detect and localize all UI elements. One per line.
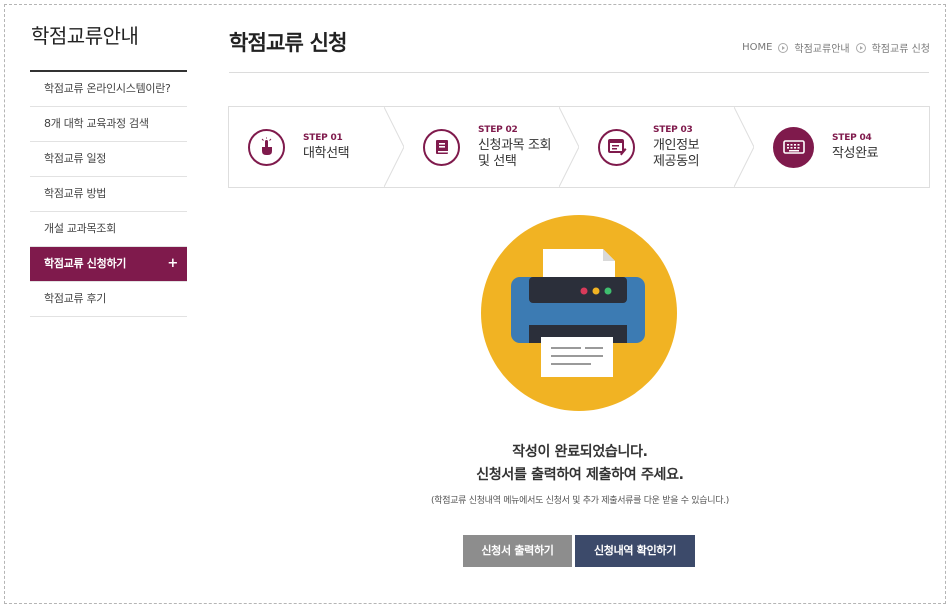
download-note: (학점교류 신청내역 메뉴에서도 신청서 및 추가 제출서류를 다운 받을 수 … xyxy=(431,496,729,506)
step-label: 작성완료 xyxy=(832,145,879,161)
breadcrumb-separator-icon xyxy=(778,42,789,53)
sidebar: 학점교류안내 학점교류 온라인시스템이란? 8개 대학 교육과정 검색 학점교류… xyxy=(30,22,187,317)
sidebar-item-apply[interactable]: 학점교류 신청하기 + xyxy=(30,247,187,282)
sidebar-item-course-lookup[interactable]: 개설 교과목조회 xyxy=(30,212,187,247)
step-chevron xyxy=(734,107,754,187)
step-2: STEP 02 신청과목 조회 및 선택 xyxy=(404,107,579,187)
step-label: 개인정보 제공동의 xyxy=(653,137,700,169)
step-3: STEP 03 개인정보 제공동의 xyxy=(579,107,754,187)
step-2-text: STEP 02 신청과목 조회 및 선택 xyxy=(478,125,551,170)
hand-pointer-icon xyxy=(248,128,285,166)
expand-plus-icon[interactable]: + xyxy=(167,247,178,281)
step-1-text: STEP 01 대학선택 xyxy=(303,132,350,162)
step-label: 신청과목 조회 및 선택 xyxy=(478,137,552,169)
header-divider xyxy=(229,72,929,73)
sidebar-item-reviews[interactable]: 학점교류 후기 xyxy=(30,282,187,317)
print-application-button[interactable]: 신청서 출력하기 xyxy=(463,535,572,567)
breadcrumb-current: 학점교류 신청 xyxy=(871,44,930,55)
step-chevron xyxy=(559,107,579,187)
step-chevron xyxy=(384,107,404,187)
sidebar-item-online-system[interactable]: 학점교류 온라인시스템이란? xyxy=(30,72,187,107)
progress-steps: STEP 01 대학선택 STEP 02 신청과목 조회 및 선택 STEP 0… xyxy=(228,106,930,188)
breadcrumb-separator-icon xyxy=(855,42,866,53)
step-4: STEP 04 작성완료 xyxy=(754,107,929,187)
breadcrumb-section[interactable]: 학점교류안내 xyxy=(794,40,849,55)
step-number: STEP 04 xyxy=(832,132,872,143)
step-label: 대학선택 xyxy=(303,145,350,161)
page-title: 학점교류 신청 xyxy=(229,31,347,55)
sidebar-title: 학점교류안내 xyxy=(31,24,139,48)
keyboard-icon xyxy=(773,126,814,168)
sidebar-item-method[interactable]: 학점교류 방법 xyxy=(30,177,187,212)
book-icon xyxy=(423,128,460,166)
step-1: STEP 01 대학선택 xyxy=(229,107,404,187)
step-number: STEP 02 xyxy=(478,124,518,135)
sidebar-item-label: 학점교류 신청하기 xyxy=(44,257,127,270)
form-edit-icon xyxy=(598,128,635,166)
completion-message: 작성이 완료되었습니다. xyxy=(512,444,648,460)
sidebar-item-schedule[interactable]: 학점교류 일정 xyxy=(30,142,187,177)
step-number: STEP 01 xyxy=(303,132,343,143)
sidebar-menu: 학점교류 온라인시스템이란? 8개 대학 교육과정 검색 학점교류 일정 학점교… xyxy=(30,70,187,317)
print-instruction: 신청서를 출력하여 제출하여 주세요. xyxy=(476,467,684,483)
breadcrumb-home[interactable]: HOME xyxy=(742,42,772,53)
printer-illustration xyxy=(481,215,677,411)
step-number: STEP 03 xyxy=(653,124,693,135)
sidebar-item-curriculum-search[interactable]: 8개 대학 교육과정 검색 xyxy=(30,107,187,142)
check-application-button[interactable]: 신청내역 확인하기 xyxy=(575,535,695,567)
breadcrumb: HOME 학점교류안내 학점교류 신청 xyxy=(742,40,930,55)
step-4-text: STEP 04 작성완료 xyxy=(832,132,879,162)
step-3-text: STEP 03 개인정보 제공동의 xyxy=(653,124,700,170)
